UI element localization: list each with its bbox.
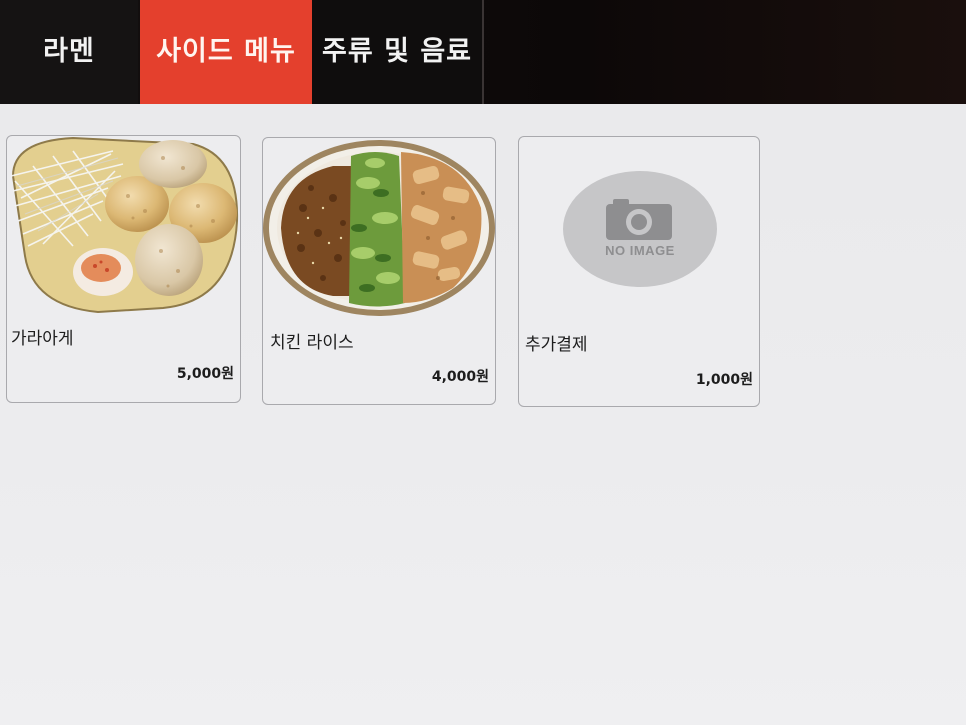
menu-item-name: 가라아게: [11, 329, 74, 349]
no-image-placeholder: NO IMAGE: [561, 169, 719, 289]
category-tab-bar: 라멘 사이드 메뉴 주류 및 음료: [0, 0, 966, 104]
tab-side-menu[interactable]: 사이드 메뉴: [140, 0, 312, 104]
chicken-rice-photo: [263, 138, 497, 318]
tab-ramen[interactable]: 라멘: [0, 0, 138, 104]
menu-grid: 가라아게 5,000원 치킨 라이스 4,000원 NO IMAGE 추가결제 …: [0, 104, 966, 725]
menu-item-name: 치킨 라이스: [270, 333, 354, 353]
menu-item-price: 5,000원: [176, 366, 234, 382]
menu-item-card[interactable]: NO IMAGE 추가결제 1,000원: [518, 136, 760, 407]
menu-item-price: 4,000원: [431, 369, 489, 385]
tab-label: 주류 및 음료: [322, 35, 472, 67]
tab-drinks[interactable]: 주류 및 음료: [312, 0, 482, 104]
camera-icon: [606, 199, 672, 240]
tab-label: 사이드 메뉴: [156, 35, 296, 67]
tab-label: 라멘: [43, 35, 95, 67]
no-image-label: NO IMAGE: [605, 243, 675, 258]
menu-item-card[interactable]: 가라아게 5,000원: [6, 135, 241, 403]
karaage-photo: [3, 136, 239, 314]
menu-item-name: 추가결제: [525, 335, 588, 355]
menu-item-price: 1,000원: [695, 372, 753, 388]
menu-item-card[interactable]: 치킨 라이스 4,000원: [262, 137, 496, 405]
tab-divider: [482, 0, 484, 104]
